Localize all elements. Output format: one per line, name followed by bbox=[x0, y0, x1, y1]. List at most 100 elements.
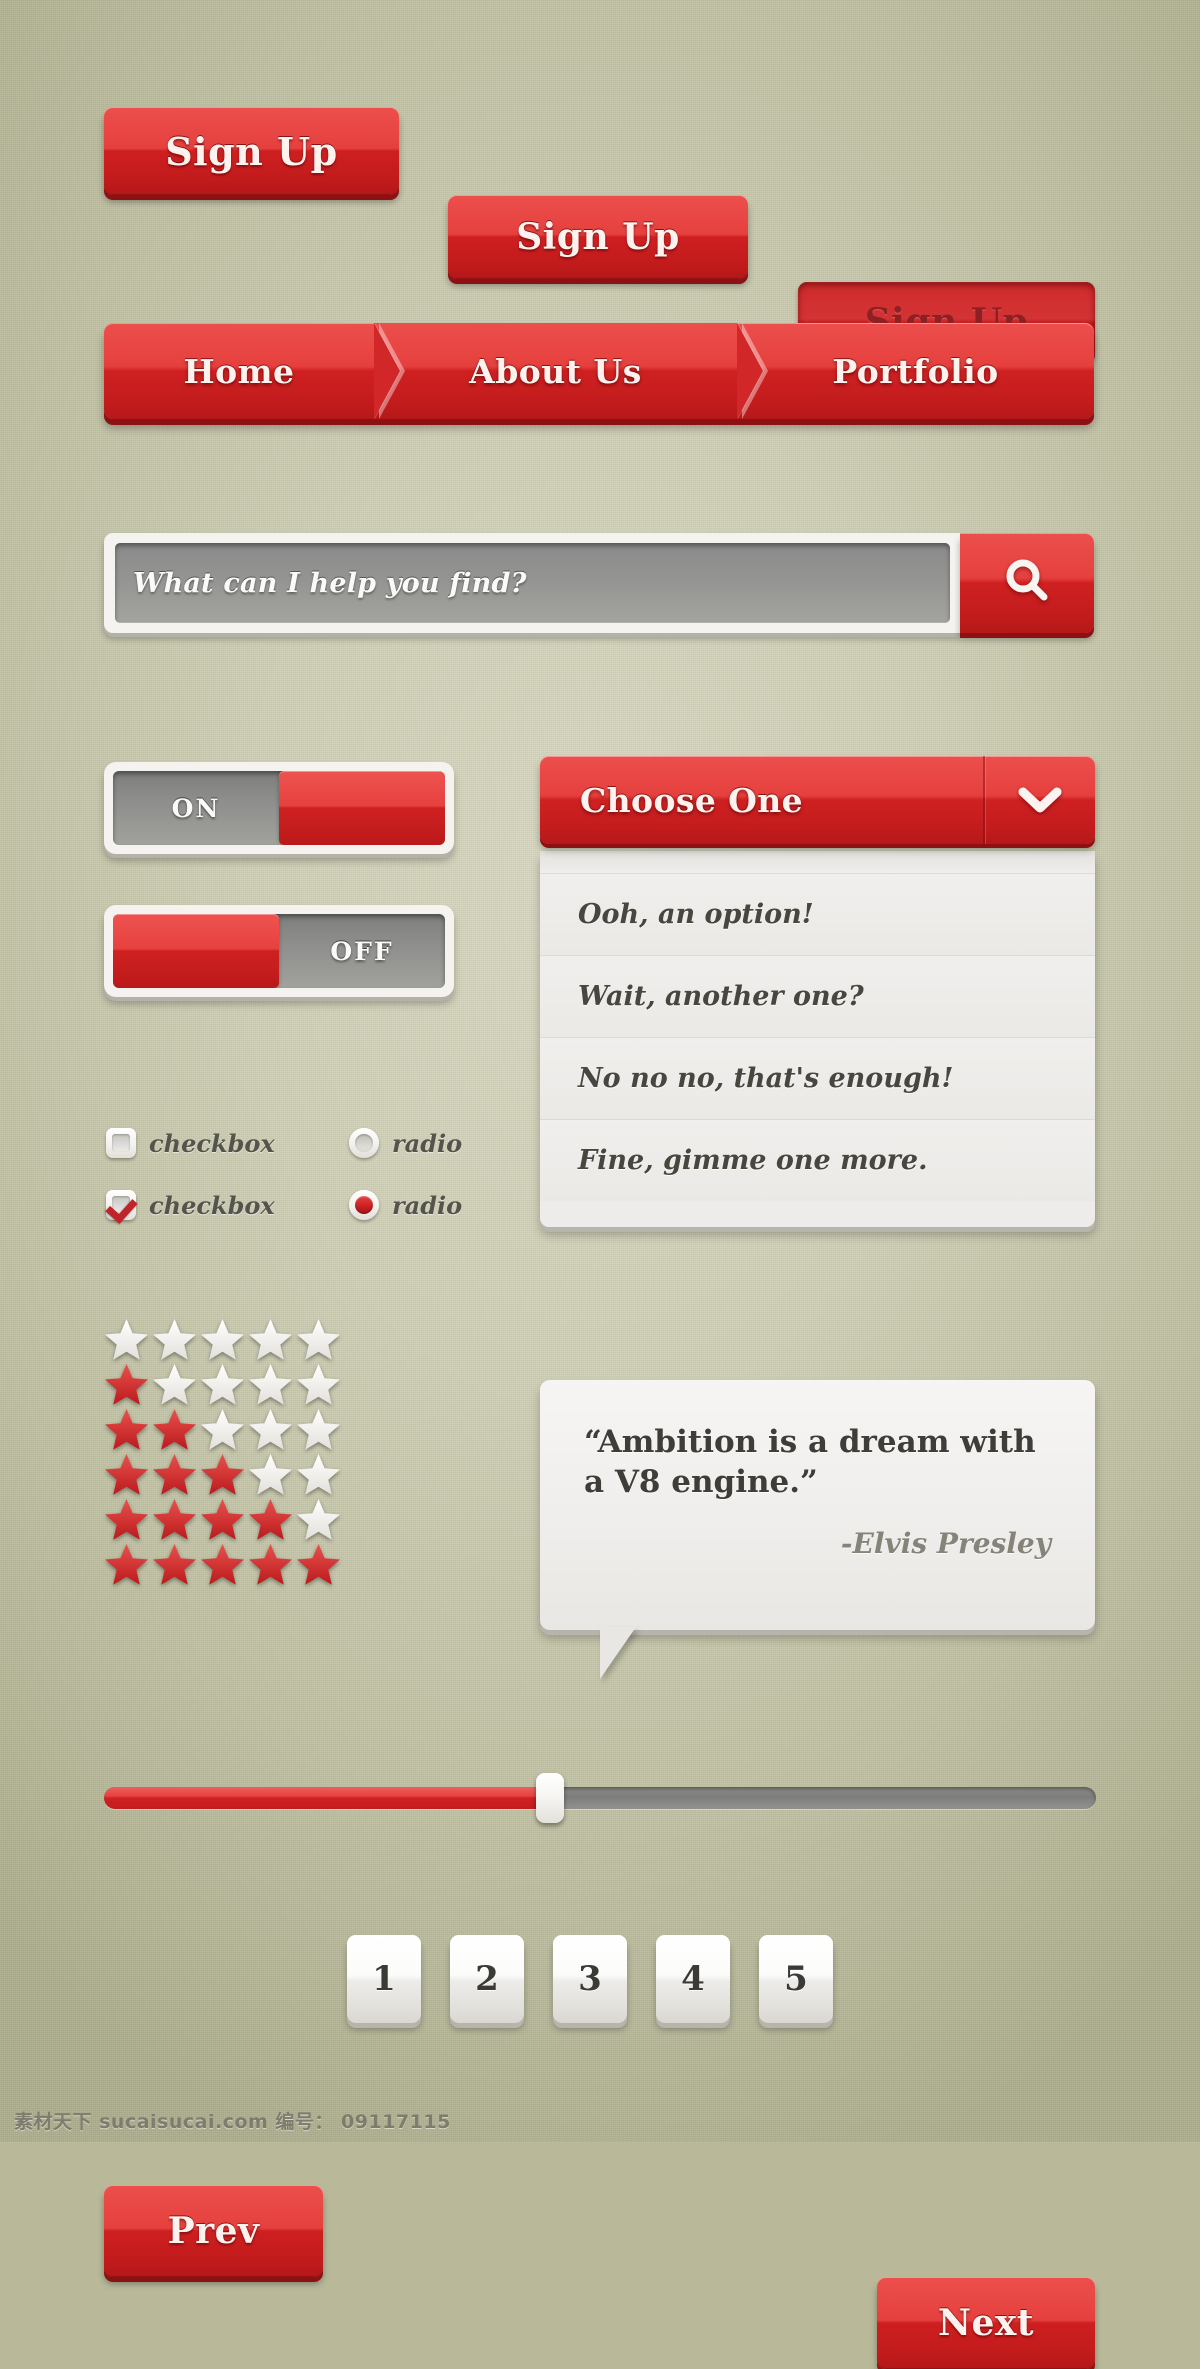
star-rating-row[interactable] bbox=[104, 1452, 341, 1497]
dropdown-option-label: Fine, gimme one more. bbox=[578, 1145, 928, 1176]
search-input[interactable]: What can I help you find? bbox=[115, 543, 950, 623]
toggle-state-label: OFF bbox=[330, 936, 394, 966]
watermark-text: 素材天下 sucaisucai.com 编号： 09117115 bbox=[14, 2111, 451, 2133]
star-filled-icon[interactable] bbox=[152, 1497, 197, 1542]
star-filled-icon[interactable] bbox=[200, 1542, 245, 1587]
dropdown: Choose One Ooh, an option! Wait, another… bbox=[540, 756, 1095, 1227]
star-filled-icon[interactable] bbox=[104, 1542, 149, 1587]
radio-checked-row[interactable]: radio bbox=[349, 1190, 462, 1220]
checkbox-unchecked[interactable] bbox=[106, 1128, 136, 1158]
pagination-prev-label: Prev bbox=[167, 2210, 260, 2252]
search-bar: What can I help you find? bbox=[104, 533, 1094, 633]
chevron-down-icon[interactable] bbox=[983, 756, 1095, 844]
star-empty-icon[interactable] bbox=[296, 1452, 341, 1497]
search-button[interactable] bbox=[960, 533, 1094, 633]
nav-item-label: Portfolio bbox=[832, 351, 999, 391]
star-filled-icon[interactable] bbox=[104, 1362, 149, 1407]
star-filled-icon[interactable] bbox=[152, 1407, 197, 1452]
toggle-switch-on[interactable]: ON bbox=[104, 762, 454, 854]
quote-author: -Elvis Presley bbox=[840, 1526, 1051, 1560]
slider-handle[interactable] bbox=[536, 1773, 565, 1823]
pagination-page-label: 4 bbox=[681, 1959, 705, 1999]
checkbox-checked[interactable] bbox=[106, 1190, 136, 1220]
toggle-track[interactable]: OFF bbox=[113, 914, 445, 988]
star-filled-icon[interactable] bbox=[104, 1407, 149, 1452]
pagination-next-button[interactable]: Next bbox=[877, 2277, 1095, 2369]
pagination-page-label: 3 bbox=[578, 1959, 602, 1999]
pagination-page-4[interactable]: 4 bbox=[656, 1935, 730, 2023]
star-rating-row[interactable] bbox=[104, 1362, 341, 1407]
star-filled-icon[interactable] bbox=[104, 1452, 149, 1497]
pagination-page-1[interactable]: 1 bbox=[347, 1935, 421, 2023]
nav-item-home[interactable]: Home bbox=[104, 323, 405, 419]
nav-item-about-us[interactable]: About Us bbox=[374, 323, 768, 419]
ui-kit-canvas: Sign Up Sign Up Sign Up Home About Us Po… bbox=[0, 0, 1200, 2369]
star-empty-icon[interactable] bbox=[296, 1317, 341, 1362]
search-icon bbox=[999, 553, 1055, 613]
star-filled-icon[interactable] bbox=[248, 1542, 293, 1587]
checkbox-checked-row[interactable]: checkbox bbox=[106, 1190, 275, 1220]
star-empty-icon[interactable] bbox=[200, 1407, 245, 1452]
star-filled-icon[interactable] bbox=[248, 1497, 293, 1542]
checkbox-label: checkbox bbox=[149, 1128, 275, 1158]
star-filled-icon[interactable] bbox=[152, 1542, 197, 1587]
toggle-state-label: ON bbox=[171, 793, 221, 823]
star-rating-row[interactable] bbox=[104, 1497, 341, 1542]
star-filled-icon[interactable] bbox=[200, 1452, 245, 1497]
dropdown-selected-label: Choose One bbox=[580, 780, 804, 820]
pagination-page-2[interactable]: 2 bbox=[450, 1935, 524, 2023]
star-filled-icon[interactable] bbox=[104, 1497, 149, 1542]
star-rating-row[interactable] bbox=[104, 1407, 341, 1452]
radio-label: radio bbox=[392, 1190, 463, 1220]
toggle-switch-off[interactable]: OFF bbox=[104, 905, 454, 997]
checkbox-unchecked-row[interactable]: checkbox bbox=[106, 1128, 275, 1158]
slider-fill bbox=[104, 1787, 551, 1809]
star-empty-icon[interactable] bbox=[248, 1362, 293, 1407]
star-empty-icon[interactable] bbox=[248, 1317, 293, 1362]
star-filled-icon[interactable] bbox=[200, 1497, 245, 1542]
dropdown-option-list: Ooh, an option! Wait, another one? No no… bbox=[540, 851, 1095, 1227]
dropdown-option[interactable]: No no no, that's enough! bbox=[540, 1037, 1095, 1119]
star-filled-icon[interactable] bbox=[296, 1542, 341, 1587]
radio-unchecked-row[interactable]: radio bbox=[349, 1128, 462, 1158]
nav-item-portfolio[interactable]: Portfolio bbox=[737, 323, 1094, 419]
sign-up-button-label: Sign Up bbox=[165, 128, 338, 174]
toggle-knob[interactable] bbox=[113, 914, 279, 988]
quote-bubble: “Ambition is a dream with a V8 engine.” … bbox=[540, 1380, 1095, 1679]
star-empty-icon[interactable] bbox=[152, 1317, 197, 1362]
star-rating-row[interactable] bbox=[104, 1542, 341, 1587]
sign-up-button-normal-1[interactable]: Sign Up bbox=[104, 107, 399, 195]
toggle-track[interactable]: ON bbox=[113, 771, 445, 845]
pagination-prev-button[interactable]: Prev bbox=[104, 2185, 323, 2277]
radio-label: radio bbox=[392, 1128, 463, 1158]
star-empty-icon[interactable] bbox=[296, 1497, 341, 1542]
breadcrumb: Home About Us Portfolio bbox=[104, 323, 1094, 419]
star-filled-icon[interactable] bbox=[152, 1452, 197, 1497]
dropdown-option[interactable]: Wait, another one? bbox=[540, 955, 1095, 1037]
pagination-page-5[interactable]: 5 bbox=[759, 1935, 833, 2023]
checkbox-label: checkbox bbox=[149, 1190, 275, 1220]
nav-item-label: Home bbox=[183, 351, 295, 391]
dropdown-option[interactable]: Fine, gimme one more. bbox=[540, 1119, 1095, 1201]
star-empty-icon[interactable] bbox=[200, 1362, 245, 1407]
dropdown-toggle[interactable]: Choose One bbox=[540, 756, 1095, 844]
pagination-next-label: Next bbox=[938, 2302, 1034, 2344]
star-empty-icon[interactable] bbox=[248, 1407, 293, 1452]
slider[interactable] bbox=[104, 1773, 1096, 1823]
radio-unchecked[interactable] bbox=[349, 1128, 379, 1158]
star-rating-row[interactable] bbox=[104, 1317, 341, 1362]
sign-up-button-normal-2[interactable]: Sign Up bbox=[448, 195, 748, 279]
star-empty-icon[interactable] bbox=[152, 1362, 197, 1407]
dropdown-option-label: Ooh, an option! bbox=[578, 899, 814, 930]
star-empty-icon[interactable] bbox=[248, 1452, 293, 1497]
pagination-page-3[interactable]: 3 bbox=[553, 1935, 627, 2023]
search-field-frame: What can I help you find? bbox=[104, 533, 960, 633]
star-empty-icon[interactable] bbox=[296, 1407, 341, 1452]
star-empty-icon[interactable] bbox=[104, 1317, 149, 1362]
dropdown-option[interactable]: Ooh, an option! bbox=[540, 873, 1095, 955]
slider-track[interactable] bbox=[104, 1787, 1096, 1809]
radio-checked[interactable] bbox=[349, 1190, 379, 1220]
star-empty-icon[interactable] bbox=[200, 1317, 245, 1362]
star-empty-icon[interactable] bbox=[296, 1362, 341, 1407]
toggle-knob[interactable] bbox=[279, 771, 445, 845]
